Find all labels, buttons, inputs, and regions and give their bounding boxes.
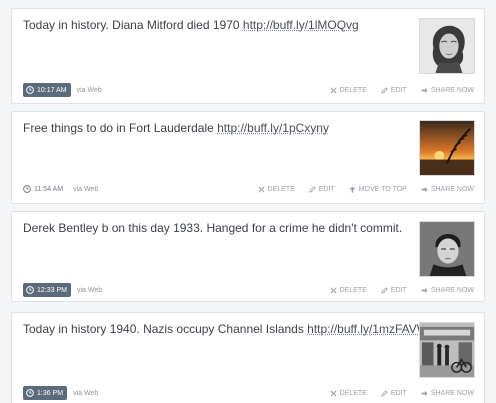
share-arrow-icon [421, 287, 428, 293]
scheduled-time-badge[interactable]: 11:54 AM [23, 182, 67, 196]
scheduled-time-badge[interactable]: 12:33 PM [23, 283, 71, 297]
street-soldiers-image [420, 323, 474, 377]
edit-button[interactable]: EDIT [381, 87, 407, 94]
scheduled-time-badge[interactable]: 10:17 AM [23, 83, 71, 97]
portrait-man-image [420, 222, 474, 276]
share-arrow-icon [421, 186, 428, 192]
via-label: via Web [76, 86, 102, 94]
via-label: via Web [73, 185, 99, 193]
post-text: Today in history. Diana Mitford died 197… [23, 18, 359, 32]
post-thumbnail[interactable] [419, 322, 475, 378]
queue-post-card: Free things to do in Fort Lauderdale htt… [11, 111, 485, 204]
pencil-icon [381, 86, 388, 94]
share-now-button[interactable]: SHARE NOW [421, 186, 474, 193]
clock-icon [26, 86, 34, 94]
post-actions: DELETE EDIT MOVE TO TOP SHARE NOW [244, 182, 474, 196]
close-icon [330, 390, 337, 396]
pencil-icon [309, 185, 316, 193]
close-icon [258, 186, 265, 192]
via-label: via Web [76, 286, 103, 294]
close-icon [330, 87, 337, 93]
clock-icon [23, 185, 31, 193]
edit-button[interactable]: EDIT [381, 287, 407, 294]
post-text: Derek Bentley b on this day 1933. Hanged… [23, 221, 403, 235]
share-now-button[interactable]: SHARE NOW [421, 87, 474, 94]
clock-icon [26, 286, 34, 294]
post-meta: 11:54 AM via Web [23, 182, 98, 196]
clock-icon [26, 389, 34, 397]
move-to-top-button[interactable]: MOVE TO TOP [349, 186, 407, 193]
queue-post-card: Today in history 1940. Nazis occupy Chan… [11, 312, 485, 403]
post-text: Today in history 1940. Nazis occupy Chan… [23, 322, 429, 336]
share-now-button[interactable]: SHARE NOW [421, 390, 474, 397]
share-arrow-icon [421, 390, 428, 396]
queue-post-card: Derek Bentley b on this day 1933. Hanged… [11, 211, 485, 302]
post-actions: DELETE EDIT SHARE NOW [316, 283, 474, 297]
post-thumbnail[interactable] [419, 221, 475, 277]
sunset-beach-image [420, 121, 474, 175]
via-label: via Web [73, 389, 99, 397]
post-text: Free things to do in Fort Lauderdale htt… [23, 121, 329, 135]
share-now-button[interactable]: SHARE NOW [421, 287, 474, 294]
queue-post-card: Today in history. Diana Mitford died 197… [11, 8, 485, 104]
arrow-up-icon [349, 185, 356, 193]
post-link[interactable]: http://buff.ly/1pCxyny [217, 121, 329, 135]
close-icon [330, 287, 337, 293]
post-meta: 10:17 AM via Web [23, 83, 102, 97]
share-arrow-icon [421, 87, 428, 93]
post-thumbnail[interactable] [419, 18, 475, 74]
post-link[interactable]: http://buff.ly/1lMOQvg [243, 18, 359, 32]
delete-button[interactable]: DELETE [330, 287, 367, 294]
post-meta: 1:36 PM via Web [23, 386, 98, 400]
post-link[interactable]: http://buff.ly/1mzFAVW [307, 322, 428, 336]
delete-button[interactable]: DELETE [330, 87, 367, 94]
post-actions: DELETE EDIT SHARE NOW [316, 83, 474, 97]
post-meta: 12:33 PM via Web [23, 283, 102, 297]
post-thumbnail[interactable] [419, 120, 475, 176]
pencil-icon [381, 286, 388, 294]
edit-button[interactable]: EDIT [381, 390, 407, 397]
delete-button[interactable]: DELETE [330, 390, 367, 397]
pencil-icon [381, 389, 388, 397]
post-actions: DELETE EDIT SHARE NOW [316, 386, 474, 400]
delete-button[interactable]: DELETE [258, 186, 295, 193]
edit-button[interactable]: EDIT [309, 186, 335, 193]
portrait-woman-image [420, 19, 474, 73]
scheduled-time-badge[interactable]: 1:36 PM [23, 386, 68, 400]
